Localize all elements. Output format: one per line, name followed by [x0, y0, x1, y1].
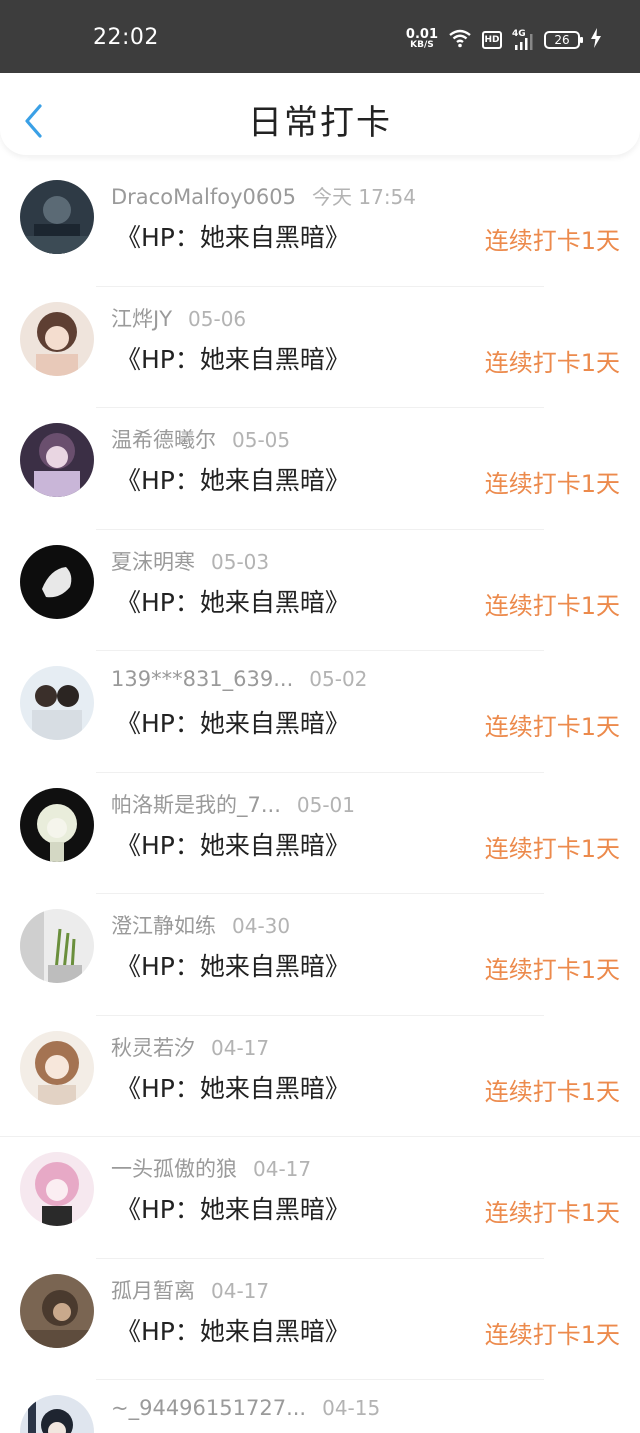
- list-item[interactable]: DracoMalfoy0605 今天 17:54 《HP：她来自黑暗》 连续打卡1…: [0, 165, 640, 287]
- network-type-label: 4G: [512, 29, 526, 39]
- user-name[interactable]: 江烨JY: [111, 303, 172, 333]
- avatar[interactable]: [20, 544, 94, 619]
- item-meta: 澄江静如练 04-30: [111, 910, 290, 940]
- wifi-icon: [448, 28, 472, 52]
- list-item[interactable]: 一头孤傲的狼 04-17 《HP：她来自黑暗》 连续打卡1天: [0, 1137, 640, 1259]
- streak-label: 连续打卡1天: [484, 470, 620, 498]
- item-meta: 139***831_639... 05-02: [111, 667, 367, 691]
- user-name[interactable]: 帕洛斯是我的_7...: [111, 789, 281, 819]
- list-item[interactable]: 孤月暂离 04-17 《HP：她来自黑暗》 连续打卡1天: [0, 1259, 640, 1380]
- battery-level: 26: [554, 33, 570, 47]
- nav-bar: 日常打卡: [0, 73, 640, 155]
- user-name[interactable]: 夏沫明寒: [111, 546, 195, 576]
- checkin-date: 05-06: [188, 306, 247, 331]
- book-title[interactable]: 《HP：她来自黑暗》: [116, 947, 350, 983]
- item-meta: DracoMalfoy0605 今天 17:54: [111, 181, 416, 210]
- page-title: 日常打卡: [248, 103, 392, 143]
- checkin-date: 今天 17:54: [312, 185, 417, 209]
- list-item[interactable]: 139***831_639... 05-02 《HP：她来自黑暗》 连续打卡1天: [0, 651, 640, 773]
- list-item[interactable]: ~_94496151727... 04-15: [0, 1380, 640, 1433]
- streak-label: 连续打卡1天: [484, 1199, 620, 1227]
- user-name[interactable]: 139***831_639...: [111, 667, 293, 691]
- streak-label: 连续打卡1天: [484, 834, 620, 863]
- checkin-list: DracoMalfoy0605 今天 17:54 《HP：她来自黑暗》 连续打卡1…: [0, 165, 640, 1433]
- avatar[interactable]: [20, 909, 94, 983]
- item-meta: 孤月暂离 04-17: [111, 1275, 269, 1305]
- item-meta: 秋灵若汐 04-17: [111, 1032, 269, 1062]
- avatar[interactable]: [20, 1273, 94, 1348]
- book-title[interactable]: 《HP：她来自黑暗》: [116, 826, 350, 862]
- streak-label: 连续打卡1天: [484, 1320, 620, 1349]
- avatar[interactable]: [20, 1030, 94, 1105]
- item-meta: 江烨JY 05-06: [111, 303, 246, 333]
- list-item[interactable]: 帕洛斯是我的_7... 05-01 《HP：她来自黑暗》 连续打卡1天: [0, 773, 640, 894]
- hd-voice-icon: HD: [482, 31, 502, 49]
- user-name[interactable]: 温希德曦尔: [111, 424, 216, 454]
- status-time: 22:02: [93, 25, 159, 50]
- checkin-date: 05-02: [309, 667, 368, 691]
- list-item[interactable]: 夏沫明寒 05-03 《HP：她来自黑暗》 连续打卡1天: [0, 530, 640, 651]
- checkin-date: 05-05: [232, 428, 291, 452]
- status-bar: 22:02 0.01 KB/S HD 4G 26: [0, 0, 640, 73]
- avatar[interactable]: [20, 1395, 94, 1433]
- streak-label: 连续打卡1天: [484, 956, 620, 984]
- cellular-signal-icon: 4G: [512, 29, 534, 51]
- book-title[interactable]: 《HP：她来自黑暗》: [116, 461, 350, 497]
- streak-label: 连续打卡1天: [484, 348, 620, 377]
- status-icons: 0.01 KB/S HD 4G 26: [406, 24, 602, 56]
- avatar[interactable]: [20, 180, 94, 254]
- network-speed: 0.01 KB/S: [405, 27, 438, 50]
- book-title[interactable]: 《HP：她来自黑暗》: [116, 1069, 350, 1105]
- network-speed-unit: KB/S: [410, 40, 434, 50]
- avatar[interactable]: [20, 666, 94, 740]
- item-meta: 温希德曦尔 05-05: [111, 424, 290, 454]
- user-name[interactable]: 一头孤傲的狼: [111, 1153, 237, 1183]
- list-item[interactable]: 澄江静如练 04-30 《HP：她来自黑暗》 连续打卡1天: [0, 894, 640, 1016]
- item-meta: ~_94496151727... 04-15: [111, 1396, 380, 1420]
- book-title[interactable]: 《HP：她来自黑暗》: [116, 1312, 350, 1348]
- avatar[interactable]: [20, 1152, 94, 1226]
- checkin-date: 05-03: [211, 549, 270, 574]
- battery-icon: 26: [544, 31, 583, 49]
- item-meta: 一头孤傲的狼 04-17: [111, 1153, 311, 1183]
- streak-label: 连续打卡1天: [484, 713, 620, 741]
- book-title[interactable]: 《HP：她来自黑暗》: [116, 583, 350, 619]
- book-title[interactable]: 《HP：她来自黑暗》: [116, 704, 350, 740]
- checkin-date: 04-17: [253, 1157, 312, 1181]
- book-title[interactable]: 《HP：她来自黑暗》: [116, 340, 350, 376]
- user-name[interactable]: 孤月暂离: [111, 1275, 195, 1305]
- user-name[interactable]: 秋灵若汐: [111, 1032, 195, 1062]
- streak-label: 连续打卡1天: [484, 227, 620, 255]
- user-name[interactable]: ~_94496151727...: [111, 1396, 306, 1420]
- list-item[interactable]: 温希德曦尔 05-05 《HP：她来自黑暗》 连续打卡1天: [0, 408, 640, 530]
- streak-label: 连续打卡1天: [484, 591, 620, 620]
- checkin-date: 05-01: [296, 792, 356, 817]
- item-meta: 夏沫明寒 05-03: [111, 546, 269, 576]
- user-name[interactable]: DracoMalfoy0605: [111, 185, 296, 209]
- book-title[interactable]: 《HP：她来自黑暗》: [116, 218, 350, 254]
- avatar[interactable]: [20, 301, 94, 376]
- checkin-date: 04-17: [211, 1278, 270, 1303]
- user-name[interactable]: 澄江静如练: [111, 910, 216, 940]
- checkin-date: 04-30: [232, 914, 291, 938]
- list-item[interactable]: 江烨JY 05-06 《HP：她来自黑暗》 连续打卡1天: [0, 287, 640, 408]
- checkin-date: 04-15: [322, 1396, 381, 1420]
- network-speed-value: 0.01: [405, 27, 438, 42]
- list-item[interactable]: 秋灵若汐 04-17 《HP：她来自黑暗》 连续打卡1天: [0, 1016, 640, 1137]
- charging-icon: [590, 28, 602, 52]
- streak-label: 连续打卡1天: [484, 1077, 620, 1106]
- book-title[interactable]: 《HP：她来自黑暗》: [116, 1190, 350, 1226]
- avatar[interactable]: [20, 423, 94, 497]
- avatar[interactable]: [20, 787, 94, 862]
- checkin-date: 04-17: [211, 1035, 270, 1060]
- item-meta: 帕洛斯是我的_7... 05-01: [111, 789, 355, 819]
